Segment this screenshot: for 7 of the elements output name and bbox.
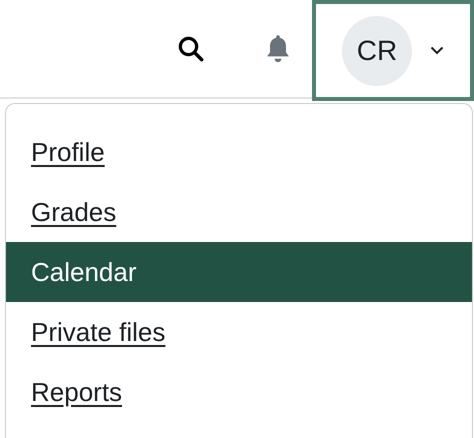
menu-item[interactable]: Profile [6, 122, 472, 182]
menu-item[interactable]: Reports [6, 362, 472, 422]
menu-item[interactable]: Private files [6, 302, 472, 362]
user-avatar: CR [342, 16, 412, 86]
menu-item[interactable]: Grades [6, 182, 472, 242]
menu-item[interactable]: Calendar [6, 242, 472, 302]
user-menu-button[interactable]: CR [312, 0, 474, 101]
